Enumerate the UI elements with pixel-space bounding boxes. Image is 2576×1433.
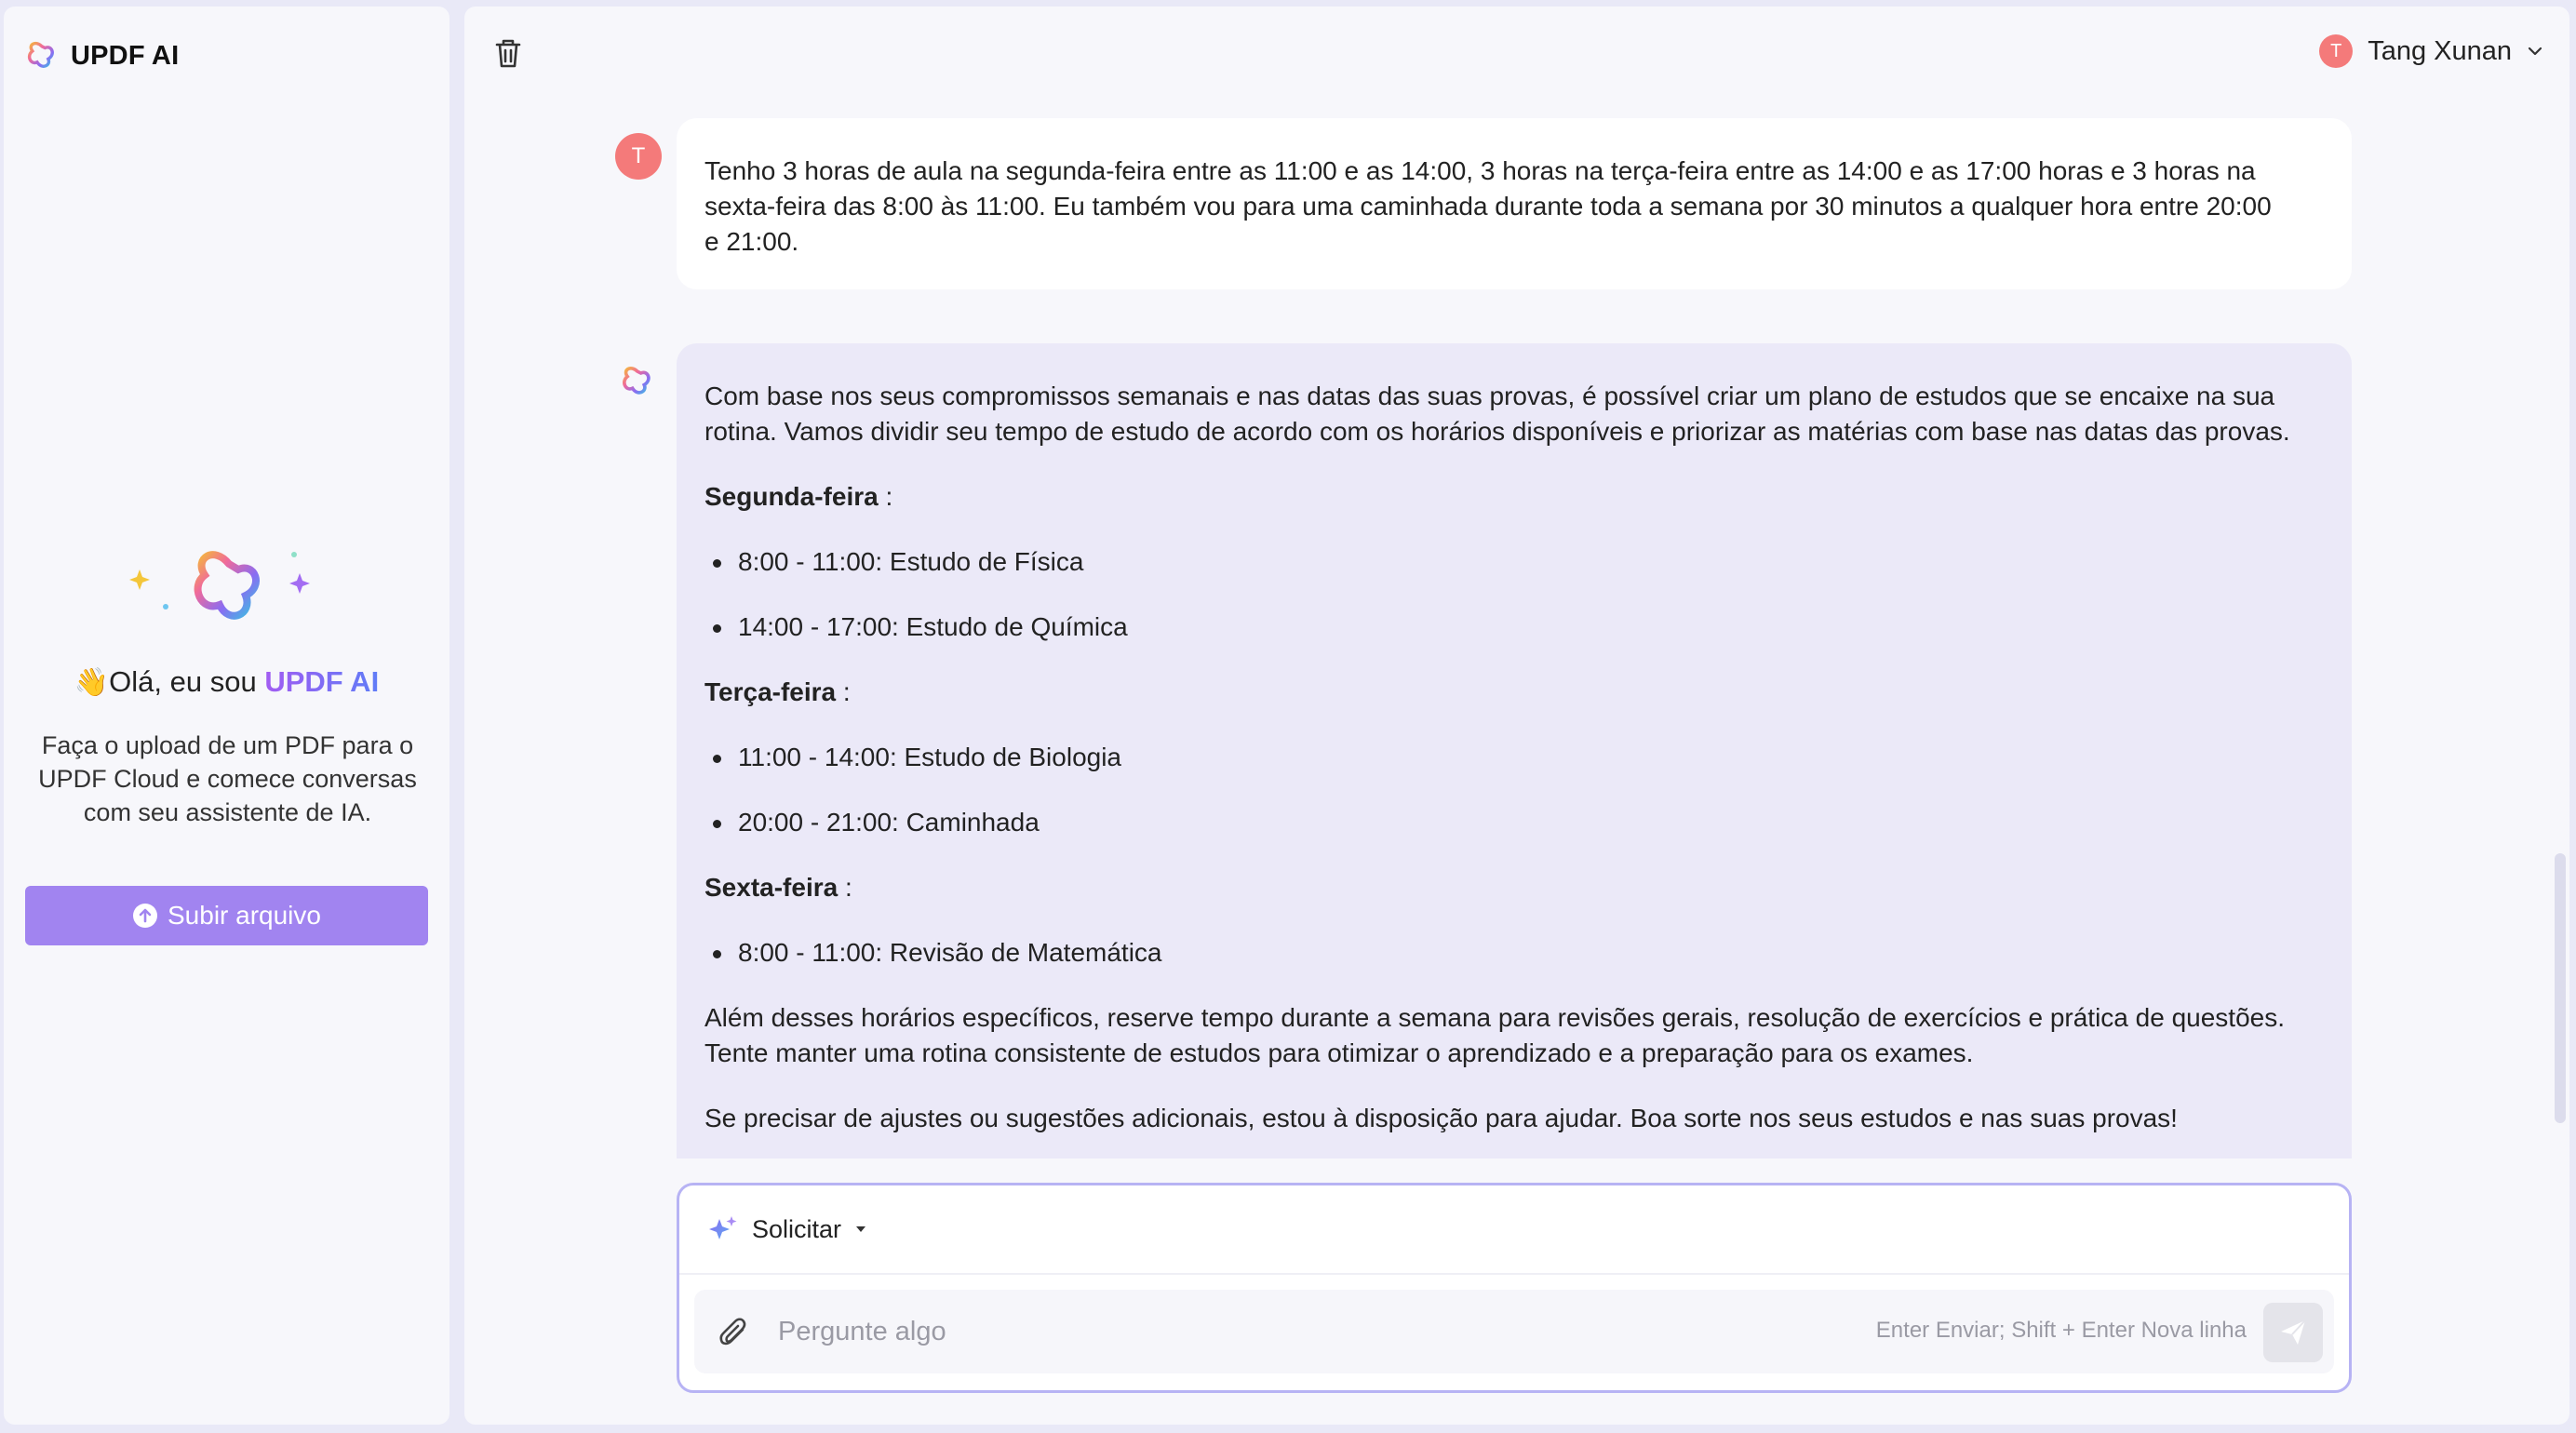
- input-area: Enter Enviar; Shift + Enter Nova linha: [694, 1290, 2334, 1373]
- waving-hand-icon: 👋: [74, 667, 110, 698]
- schedule-item: 14:00 - 17:00: Estudo de Química: [704, 609, 2324, 645]
- upload-file-label: Subir arquivo: [168, 901, 321, 930]
- user-message: Tenho 3 horas de aula na segunda-feira e…: [677, 118, 2352, 289]
- ai-intro-line: rotina. Vamos dividir seu tempo de estud…: [704, 417, 2290, 446]
- sparkle-icon: [709, 1216, 737, 1239]
- send-icon: [2281, 1319, 2306, 1345]
- day-heading: Sexta-feira :: [704, 873, 852, 902]
- schedule-item: 20:00 - 21:00: Caminhada: [704, 805, 2324, 840]
- chevron-down-icon: [2528, 47, 2542, 56]
- day-heading: Terça-feira :: [704, 677, 851, 706]
- brand-name: UPDF AI: [71, 40, 180, 71]
- paperclip-icon[interactable]: [717, 1314, 752, 1351]
- upload-file-button[interactable]: Subir arquivo: [25, 886, 428, 945]
- updf-logo-icon: [27, 41, 54, 68]
- composer: Solicitar Enter Enviar; Shift + Enter No…: [677, 1183, 2352, 1393]
- trash-icon[interactable]: [492, 36, 524, 70]
- user-avatar: T: [615, 133, 662, 180]
- schedule-item: 11:00 - 14:00: Estudo de Biologia: [704, 740, 2324, 775]
- upload-icon: [133, 904, 157, 928]
- avatar: T: [2319, 34, 2354, 68]
- scrollbar[interactable]: [2555, 853, 2566, 1123]
- message-line: e 21:00.: [704, 227, 799, 256]
- schedule-item: 8:00 - 11:00: Revisão de Matemática: [704, 935, 2324, 971]
- sparkle-dot: [163, 604, 168, 609]
- brand: UPDF AI: [26, 40, 179, 72]
- sparkle-icon: [129, 569, 150, 590]
- ai-closing: Se precisar de ajustes ou sugestões adic…: [704, 1104, 2178, 1132]
- welcome-description: Faça o upload de um PDF para o UPDF Clou…: [38, 731, 417, 826]
- sparkle-dot: [291, 552, 297, 557]
- ai-outro-line: Além desses horários específicos, reserv…: [704, 1003, 2285, 1032]
- user-name: Tang Xunan: [2368, 35, 2512, 66]
- sidebar: UPDF AI 👋Olá, eu sou UPDF AI Faça o uplo…: [4, 7, 449, 1425]
- message-line: Tenho 3 horas de aula na segunda-feira e…: [704, 156, 2256, 185]
- updf-logo-icon: [623, 367, 651, 395]
- ask-input[interactable]: [778, 1290, 1802, 1373]
- day-heading: Segunda-feira :: [704, 482, 893, 511]
- updf-logo-icon: [194, 551, 260, 620]
- user-menu[interactable]: T Tang Xunan: [2319, 34, 2543, 68]
- sparkle-icon: [289, 573, 310, 594]
- send-button[interactable]: [2263, 1303, 2323, 1362]
- schedule-item: 8:00 - 11:00: Estudo de Física: [704, 544, 2324, 580]
- welcome-brand: UPDF AI: [264, 665, 380, 698]
- updf-ai-illustration: [129, 551, 310, 620]
- prompt-label: Solicitar: [752, 1214, 842, 1243]
- keyboard-hint: Enter Enviar; Shift + Enter Nova linha: [1875, 1318, 2247, 1343]
- welcome-title: 👋Olá, eu sou UPDF AI: [74, 665, 380, 698]
- ai-outro-line: Tente manter uma rotina consistente de e…: [704, 1038, 1974, 1067]
- ai-message: Com base nos seus compromissos semanais …: [677, 343, 2352, 1158]
- prompt-selector[interactable]: Solicitar: [679, 1185, 2349, 1275]
- caret-down-icon: [856, 1226, 866, 1232]
- ai-intro-line: Com base nos seus compromissos semanais …: [704, 382, 2275, 410]
- chat-panel: T Tang Xunan T Tenho 3 horas de aula na …: [464, 7, 2569, 1425]
- message-line: sexta-feira das 8:00 às 11:00. Eu também…: [704, 192, 2272, 221]
